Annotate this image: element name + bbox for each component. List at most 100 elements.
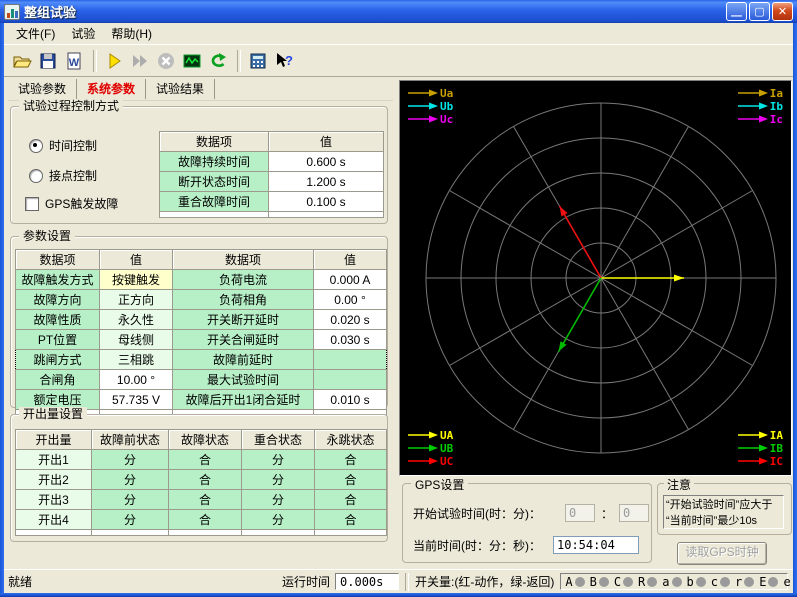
empty-cell [16,530,92,536]
switch-indicators: ABCRabcrEe [560,573,788,590]
value-cell[interactable]: 0.010 s [314,390,387,410]
checkbox-gps-trigger[interactable]: GPS触发故障 [25,195,118,212]
state-cell[interactable]: 分 [242,510,315,530]
value-cell[interactable]: 正方向 [100,290,173,310]
indicator-letter: b [687,574,694,590]
value-cell[interactable] [314,350,387,370]
note-line1: “开始试验时间”应大于 [666,499,772,511]
open-icon[interactable] [10,49,34,73]
switch-indicator-E: E [759,574,778,590]
data-item-cell: 故障性质 [16,310,100,330]
data-item-cell: PT位置 [16,330,100,350]
state-cell[interactable]: 合 [169,470,242,490]
empty-cell [92,530,169,536]
read-gps-clock-button[interactable]: 读取GPS时钟 [677,542,767,565]
state-cell[interactable]: 合 [315,490,387,510]
legend-Ia: Ia [738,87,783,99]
value-cell[interactable]: 0.100 s [269,192,384,212]
state-cell[interactable]: 合 [169,490,242,510]
column-header: 重合状态 [242,430,315,450]
value-cell[interactable]: 三相跳 [100,350,173,370]
state-cell[interactable]: 分 [92,450,169,470]
state-cell[interactable]: 合 [169,450,242,470]
menu-item-1[interactable]: 试验 [63,23,103,44]
legend-top-right: IaIbIc [738,87,783,125]
state-cell[interactable]: 合 [315,470,387,490]
checkbox-icon[interactable] [25,197,39,211]
radio-time-control[interactable]: 时间控制 [29,137,97,154]
tab-2[interactable]: 试验结果 [146,79,215,99]
radio-icon[interactable] [29,139,43,153]
group-title: GPS设置 [411,476,468,493]
table-row: 合闸角10.00 °最大试验时间 [16,370,387,390]
group-title: 试验过程控制方式 [19,99,123,113]
value-cell[interactable]: 10.00 ° [100,370,173,390]
maximize-button[interactable]: ▢ [749,2,770,21]
data-item-cell: 故障方向 [16,290,100,310]
value-cell[interactable]: 57.735 V [100,390,173,410]
menu-item-0[interactable]: 文件(F) [8,23,63,44]
value-cell[interactable]: 母线侧 [100,330,173,350]
switch-indicator-R: R [638,574,657,590]
radio-contact-control[interactable]: 接点控制 [29,167,97,184]
legend-Ic: Ic [738,113,783,125]
indicator-letter: B [590,574,597,590]
state-cell[interactable]: 分 [242,490,315,510]
menu-item-2[interactable]: 帮助(H) [103,23,160,44]
app-window: 整组试验 — ▢ ✕ 文件(F)试验帮助(H) W? 试验参数系统参数试验结果 … [0,0,797,597]
close-button[interactable]: ✕ [772,2,793,21]
help-icon[interactable]: ? [272,49,296,73]
state-cell[interactable]: 分 [92,490,169,510]
column-header: 数据项 [173,250,314,270]
state-cell[interactable]: 分 [242,470,315,490]
column-header: 数据项 [16,250,100,270]
switch-indicator-b: b [687,574,706,590]
tab-0[interactable]: 试验参数 [8,79,77,99]
legend-UC: UC [408,455,453,467]
value-cell[interactable] [314,370,387,390]
state-cell[interactable]: 合 [315,510,387,530]
table-header-row: 数据项值数据项值 [16,250,387,270]
table-row: 开出1分合分合 [16,450,387,470]
value-cell[interactable]: 0.00 ° [314,290,387,310]
current-time-input[interactable] [553,536,639,554]
radio-icon[interactable] [29,169,43,183]
value-cell[interactable]: 0.000 A [314,270,387,290]
switch-indicator-C: C [614,574,633,590]
data-item-cell: 重合故障时间 [160,192,269,212]
state-cell[interactable]: 合 [169,510,242,530]
state-cell[interactable]: 分 [92,470,169,490]
switch-quantity-label: 开关量:(红-动作，绿-返回) [415,573,554,590]
start-hour-input[interactable] [565,504,595,522]
calculator-icon[interactable] [246,49,270,73]
value-cell[interactable]: 0.020 s [314,310,387,330]
minimize-button[interactable]: — [726,2,747,21]
state-cell[interactable]: 分 [92,510,169,530]
value-cell[interactable]: 永久性 [100,310,173,330]
table-row: 跳闸方式三相跳故障前延时 [16,350,387,370]
undo-icon[interactable] [206,49,230,73]
group-parameters: 参数设置 数据项值数据项值故障触发方式按键触发负荷电流0.000 A故障方向正方… [10,236,388,408]
state-cell[interactable]: 合 [315,450,387,470]
empty-row [16,530,387,536]
start-icon[interactable] [102,49,126,73]
radio-label: 接点控制 [49,167,97,184]
data-item-cell: 开关合闸延时 [173,330,314,350]
empty-cell [269,212,384,218]
tab-1[interactable]: 系统参数 [77,79,146,99]
indicator-dot [768,577,778,587]
export-word-icon[interactable]: W [62,49,86,73]
start-minute-input[interactable] [619,504,649,522]
value-cell[interactable]: 0.600 s [269,152,384,172]
waveform-icon[interactable] [180,49,204,73]
save-icon[interactable] [36,49,60,73]
indicator-letter: E [759,574,766,590]
value-cell[interactable]: 1.200 s [269,172,384,192]
column-header: 开出量 [16,430,92,450]
legend-label: IC [770,455,783,468]
value-cell[interactable]: 按键触发 [100,270,173,290]
data-item-cell: 跳闸方式 [16,350,100,370]
state-cell[interactable]: 分 [242,450,315,470]
value-cell[interactable]: 0.030 s [314,330,387,350]
runtime-label: 运行时间 [282,573,330,590]
